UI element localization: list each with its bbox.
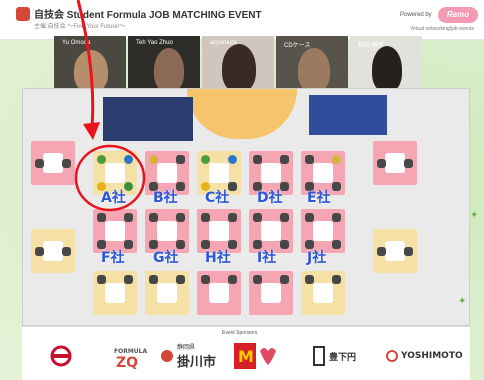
annotation-arrow <box>76 0 95 129</box>
highlight-annotation <box>74 0 146 212</box>
screenshot-frame: 自技会 Student Formula JOB MATCHING EVENT 主… <box>0 0 484 380</box>
annotation-circle <box>74 144 146 212</box>
annotation-arrowhead-icon <box>83 122 100 140</box>
